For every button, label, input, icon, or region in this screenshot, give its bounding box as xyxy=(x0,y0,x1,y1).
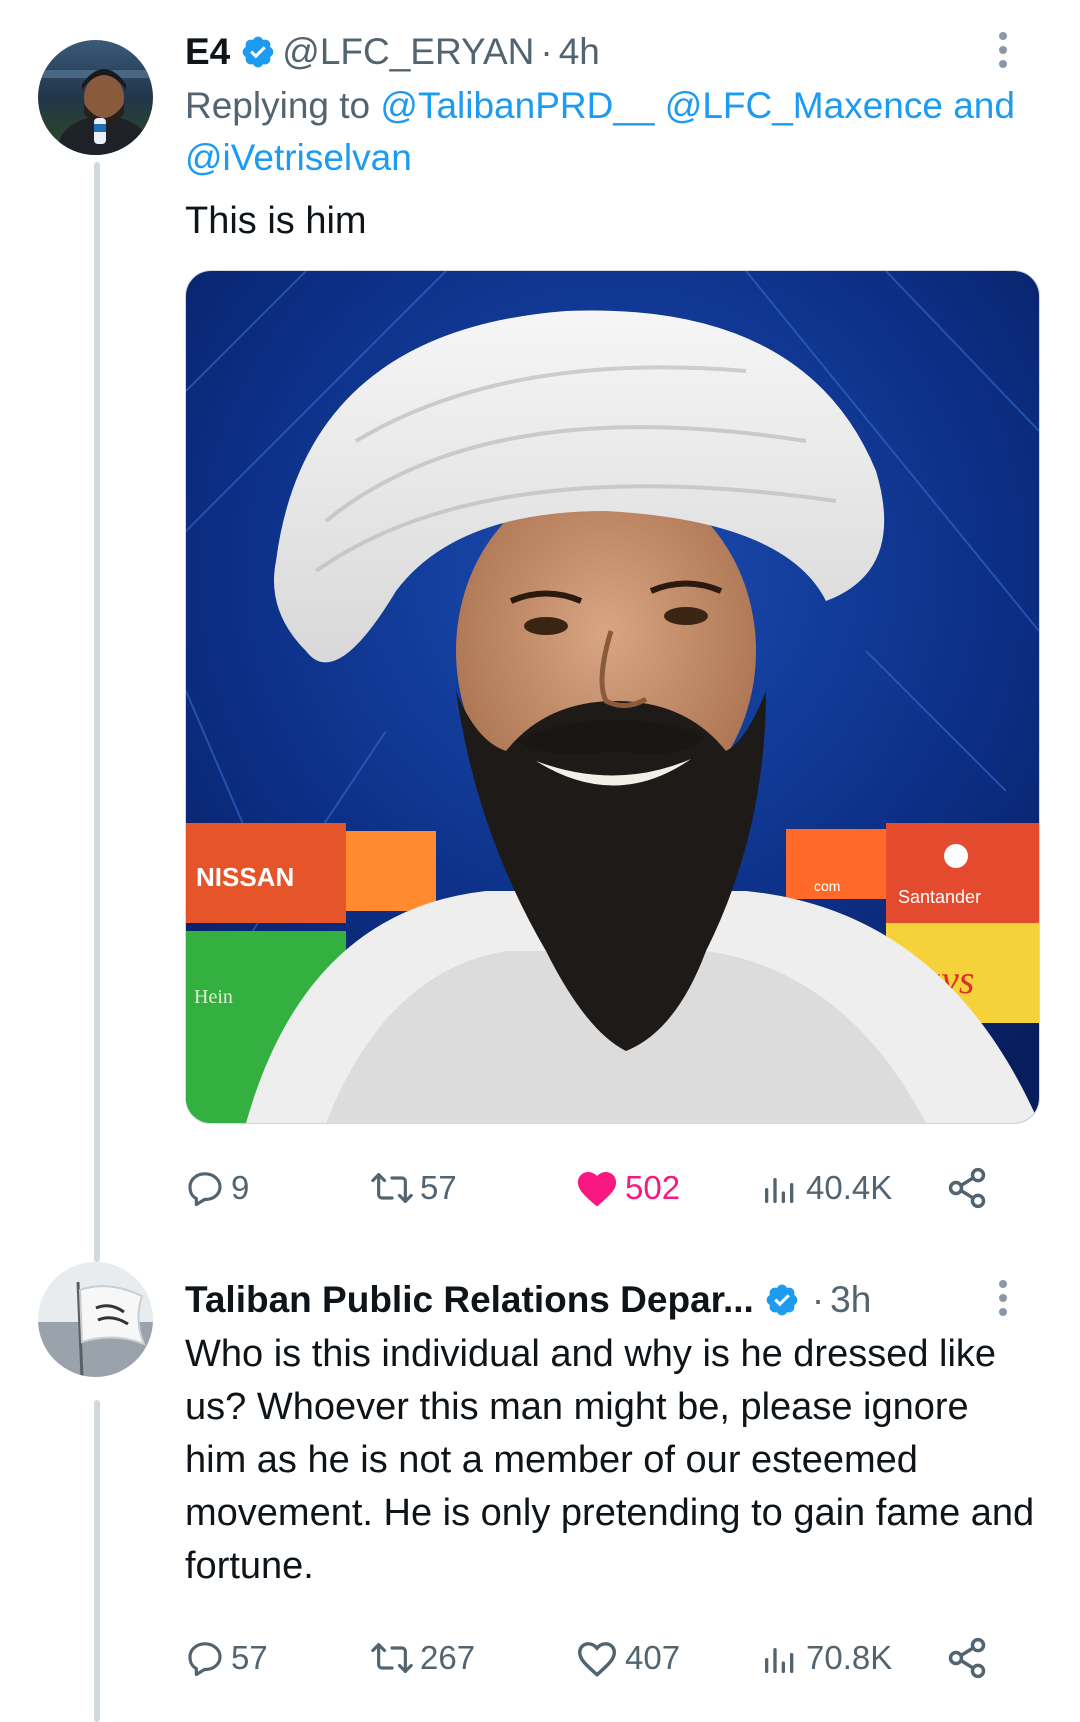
retweet-button[interactable]: 57 xyxy=(370,1163,457,1213)
share-icon xyxy=(948,1167,986,1209)
timeline: E4 @LFC_ERYAN · 4h Replying to @TalibanP… xyxy=(0,0,1080,1722)
reply-count: 9 xyxy=(231,1169,250,1206)
tweet-text: This is him xyxy=(185,200,367,242)
tweet-header: Taliban Public Relations Depar... · 3h xyxy=(185,1278,871,1322)
retweet-count: 267 xyxy=(420,1639,476,1676)
reply-button[interactable]: 9 xyxy=(185,1163,249,1213)
retweet-icon xyxy=(371,1173,413,1203)
replying-to: Replying to @TalibanPRD__ @LFC_Maxence a… xyxy=(185,80,1065,184)
mention-link[interactable]: @LFC_Maxence xyxy=(665,85,943,126)
tweet-header: E4 @LFC_ERYAN · 4h xyxy=(185,30,600,74)
sponsor-logo-text: com xyxy=(814,878,840,894)
retweet-count: 57 xyxy=(420,1169,457,1206)
like-button[interactable]: 407 xyxy=(575,1633,680,1683)
like-count: 502 xyxy=(625,1169,681,1206)
retweet-icon xyxy=(371,1643,413,1673)
thread-connector-line xyxy=(94,1400,100,1722)
tweet-actions: 57 267 407 70.8K xyxy=(185,1633,1015,1683)
share-icon xyxy=(948,1637,986,1679)
mention-link[interactable]: @TalibanPRD__ xyxy=(380,85,654,126)
views-button[interactable]: 40.4K xyxy=(760,1163,892,1213)
display-name[interactable]: E4 xyxy=(185,30,230,74)
views-bar-chart-icon xyxy=(765,1178,794,1203)
replying-to-label: Replying to xyxy=(185,85,371,126)
tweet-actions: 9 57 502 40.4K xyxy=(185,1163,1015,1213)
separator: · xyxy=(540,31,553,72)
retweet-button[interactable]: 267 xyxy=(370,1633,475,1683)
mention-link-and[interactable]: and xyxy=(953,85,1015,126)
tweet-text: Who is this individual and why is he dre… xyxy=(185,1333,1045,1587)
avatar[interactable] xyxy=(38,1262,153,1377)
reply-button[interactable]: 57 xyxy=(185,1633,268,1683)
like-button[interactable]: 502 xyxy=(575,1163,680,1213)
sponsor-logo-text: Hein xyxy=(194,986,233,1008)
views-bar-chart-icon xyxy=(765,1648,794,1673)
separator: · xyxy=(811,1279,825,1320)
reply-count: 57 xyxy=(231,1639,268,1676)
heart-icon xyxy=(577,1172,617,1207)
more-options-icon[interactable] xyxy=(996,28,1010,72)
views-count: 40.4K xyxy=(806,1169,893,1206)
share-button[interactable] xyxy=(945,1163,989,1213)
handle[interactable]: @LFC_ERYAN xyxy=(282,30,534,74)
avatar[interactable] xyxy=(38,40,153,155)
heart-icon xyxy=(577,1642,617,1678)
share-button[interactable] xyxy=(945,1633,989,1683)
reply-bubble-icon xyxy=(188,1642,222,1677)
reply-bubble-icon xyxy=(188,1172,222,1207)
mention-link[interactable]: @iVetriselvan xyxy=(185,137,412,178)
like-count: 407 xyxy=(625,1639,681,1676)
verified-badge-icon xyxy=(242,36,274,68)
sponsor-logo-text: NISSAN xyxy=(196,862,294,892)
more-options-icon[interactable] xyxy=(996,1276,1010,1320)
sponsor-logo-text: Santander xyxy=(898,887,981,907)
views-button[interactable]: 70.8K xyxy=(760,1633,892,1683)
verified-badge-icon xyxy=(766,1284,798,1316)
timestamp[interactable]: 4h xyxy=(559,30,600,74)
timestamp[interactable]: 3h xyxy=(830,1278,871,1322)
tweet-media-image[interactable]: NISSAN Hein com Santander lays xyxy=(185,270,1040,1124)
thread-connector-line xyxy=(94,162,100,1262)
views-count: 70.8K xyxy=(806,1639,893,1676)
display-name[interactable]: Taliban Public Relations Depar... xyxy=(185,1278,754,1322)
